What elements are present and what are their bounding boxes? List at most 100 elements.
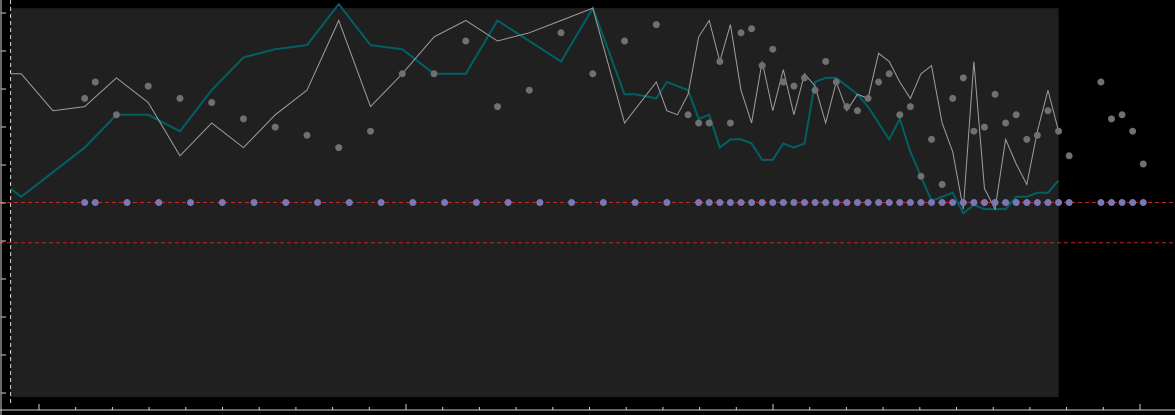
data-point-gray-points xyxy=(176,94,184,102)
data-point-gray-points xyxy=(239,115,247,123)
data-point-gray-points xyxy=(769,45,777,53)
data-point-purple-points xyxy=(81,199,89,207)
data-point-purple-points xyxy=(441,199,449,207)
data-point-gray-points xyxy=(1055,127,1063,135)
data-point-purple-points xyxy=(1118,199,1126,207)
data-point-purple-points xyxy=(779,199,787,207)
data-point-purple-points xyxy=(1055,199,1063,207)
data-point-purple-points xyxy=(938,199,946,207)
data-point-purple-points xyxy=(1065,199,1073,207)
data-point-purple-points xyxy=(568,199,576,207)
data-point-gray-points xyxy=(1107,115,1115,123)
data-point-gray-points xyxy=(589,70,597,78)
data-point-purple-points xyxy=(314,199,322,207)
data-point-gray-points xyxy=(843,103,851,111)
data-point-gray-points xyxy=(832,78,840,86)
data-point-gray-points xyxy=(980,123,988,131)
data-point-purple-points xyxy=(769,199,777,207)
data-point-purple-points xyxy=(345,199,353,207)
data-point-purple-points xyxy=(663,199,671,207)
data-point-gray-points xyxy=(938,181,946,188)
data-point-purple-points xyxy=(885,199,893,207)
data-point-gray-points xyxy=(271,123,279,131)
data-point-gray-points xyxy=(790,82,798,90)
data-point-gray-points xyxy=(430,70,438,78)
chart-canvas xyxy=(0,0,1175,415)
data-point-gray-points xyxy=(1118,111,1126,119)
data-point-gray-points xyxy=(885,70,893,78)
data-point-gray-points xyxy=(1044,107,1052,115)
data-point-purple-points xyxy=(1044,199,1052,207)
data-point-gray-points xyxy=(1002,119,1010,127)
data-point-purple-points xyxy=(504,199,512,207)
data-point-gray-points xyxy=(1129,127,1137,135)
data-point-gray-points xyxy=(112,111,120,119)
data-point-gray-points xyxy=(811,86,819,94)
data-point-purple-points xyxy=(1012,199,1020,207)
data-point-purple-points xyxy=(980,199,988,207)
data-point-purple-points xyxy=(748,199,756,207)
data-point-purple-points xyxy=(1139,199,1147,207)
data-point-purple-points xyxy=(716,199,724,207)
data-point-gray-points xyxy=(462,37,470,45)
data-point-purple-points xyxy=(991,199,999,207)
data-point-purple-points xyxy=(250,199,258,207)
data-point-purple-points xyxy=(928,199,936,207)
data-point-purple-points xyxy=(187,199,195,207)
data-point-purple-points xyxy=(949,199,957,207)
data-point-gray-points xyxy=(758,62,766,70)
data-point-gray-points xyxy=(705,119,713,127)
data-point-purple-points xyxy=(377,199,385,207)
data-point-gray-points xyxy=(822,58,830,65)
data-point-gray-points xyxy=(525,86,533,94)
data-point-purple-points xyxy=(155,199,163,207)
data-point-purple-points xyxy=(906,199,914,207)
data-point-gray-points xyxy=(366,127,374,135)
data-point-gray-points xyxy=(779,78,787,86)
data-point-purple-points xyxy=(737,199,745,207)
data-point-gray-points xyxy=(335,144,343,152)
data-point-gray-points xyxy=(959,74,967,82)
data-point-gray-points xyxy=(208,99,216,106)
data-point-purple-points xyxy=(970,199,978,207)
data-point-purple-points xyxy=(1129,199,1137,207)
data-point-gray-points xyxy=(621,37,629,45)
data-point-purple-points xyxy=(959,199,967,207)
data-point-purple-points xyxy=(409,199,417,207)
data-point-purple-points xyxy=(1002,199,1010,207)
data-point-purple-points xyxy=(536,199,544,207)
data-point-purple-points xyxy=(1033,199,1041,207)
data-point-gray-points xyxy=(716,58,724,65)
data-point-purple-points xyxy=(695,199,703,207)
data-point-gray-points xyxy=(748,25,756,33)
data-point-purple-points xyxy=(790,199,798,207)
data-point-gray-points xyxy=(737,29,745,37)
data-point-purple-points xyxy=(91,199,99,207)
data-point-purple-points xyxy=(801,199,809,207)
data-point-gray-points xyxy=(1097,78,1105,86)
data-point-purple-points xyxy=(758,199,766,207)
data-point-gray-points xyxy=(684,111,692,119)
data-point-gray-points xyxy=(1023,135,1031,143)
data-point-gray-points xyxy=(726,119,734,127)
data-point-gray-points xyxy=(1139,160,1147,168)
data-point-purple-points xyxy=(811,199,819,207)
data-point-purple-points xyxy=(705,199,713,207)
data-point-gray-points xyxy=(398,70,406,78)
data-point-gray-points xyxy=(896,111,904,119)
data-point-purple-points xyxy=(599,199,607,207)
data-point-purple-points xyxy=(1023,199,1031,207)
data-point-gray-points xyxy=(557,29,565,37)
data-point-gray-points xyxy=(949,94,957,102)
data-point-purple-points xyxy=(726,199,734,207)
data-point-gray-points xyxy=(970,127,978,135)
data-point-gray-points xyxy=(991,90,999,98)
data-point-gray-points xyxy=(917,172,925,180)
data-point-gray-points xyxy=(695,119,703,127)
data-point-gray-points xyxy=(875,78,883,86)
data-point-purple-points xyxy=(1097,199,1105,207)
data-point-gray-points xyxy=(1065,152,1073,160)
data-point-purple-points xyxy=(1107,199,1115,207)
data-point-purple-points xyxy=(631,199,639,207)
data-point-gray-points xyxy=(928,135,936,143)
